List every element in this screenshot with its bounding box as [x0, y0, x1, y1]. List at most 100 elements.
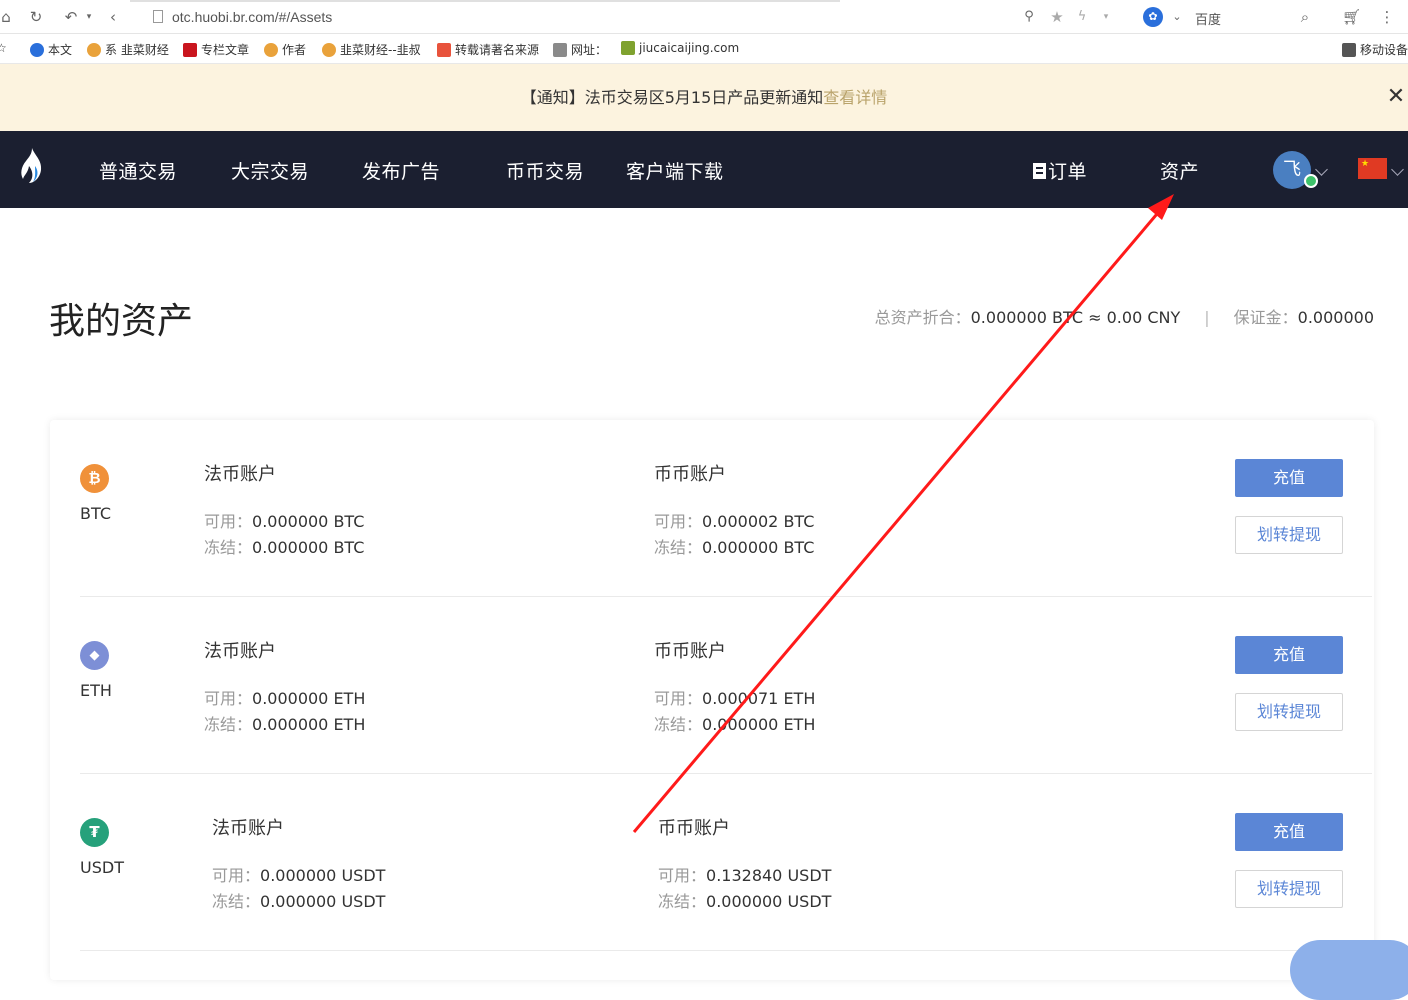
coin-frozen: 冻结：0.000000 ETH	[654, 711, 815, 735]
page-title: 我的资产	[49, 301, 194, 342]
page-icon	[153, 10, 163, 23]
fiat-available-value: 0.000000 USDT	[260, 866, 386, 885]
orders-list-icon	[1033, 163, 1046, 179]
frozen-label: 冻结：	[204, 538, 253, 557]
coin-frozen-value: 0.000000 BTC	[702, 538, 815, 557]
fiat-available-value: 0.000000 BTC	[252, 512, 365, 531]
coin-frozen-value: 0.000000 USDT	[706, 892, 832, 911]
bookmark-item[interactable]: 作者	[264, 41, 306, 58]
pin-icon[interactable]: ⚲	[1020, 8, 1038, 26]
undo-dropdown-icon[interactable]: ▾	[80, 8, 98, 26]
deposit-button[interactable]: 充值	[1235, 636, 1343, 674]
coin-frozen: 冻结：0.000000 BTC	[654, 534, 814, 558]
bookmark-favicon	[437, 42, 451, 57]
usdt-coin-icon: ₮	[80, 818, 109, 847]
fiat-account-title: 法币账户	[204, 464, 276, 485]
asset-row-eth: ◆ ETH 法币账户 可用：0.000000 ETH 冻结：0.000000 E…	[80, 597, 1372, 774]
coin-available-value: 0.132840 USDT	[706, 866, 832, 885]
asset-summary: 总资产折合：0.000000 BTC ≈ 0.00 CNY | 保证金：0.0000…	[875, 304, 1374, 328]
total-assets-label: 总资产折合：	[874, 308, 971, 327]
bookmark-item[interactable]: 系 韭菜财经	[87, 41, 169, 58]
browser-toolbar: ⌂ ↻ ↶ ▾ ‹ otc.huobi.br.com/#/Assets ⚲ ★ …	[0, 0, 1408, 34]
fiat-frozen-value: 0.000000 ETH	[252, 715, 366, 734]
bookmark-favicon	[87, 42, 101, 57]
more-menu-icon[interactable]: ⋮	[1378, 8, 1396, 26]
close-icon[interactable]: ✕	[1384, 86, 1408, 110]
frozen-label: 冻结：	[654, 715, 703, 734]
nav-post-ad[interactable]: 发布广告	[362, 157, 440, 184]
fiat-account-title: 法币账户	[212, 818, 284, 839]
search-engine-label[interactable]: 百度	[1195, 9, 1221, 28]
frozen-label: 冻结：	[654, 538, 703, 557]
bookmark-item[interactable]: 移动设备	[1342, 41, 1408, 58]
fiat-account-title: 法币账户	[204, 641, 276, 662]
coin-name: USDT	[80, 858, 124, 877]
transfer-withdraw-button[interactable]: 划转提现	[1235, 870, 1343, 908]
nav-spot-trade[interactable]: 普通交易	[99, 157, 177, 184]
bookmark-item[interactable]: jiucaicaijing.com	[621, 41, 739, 55]
asset-row-usdt: ₮ USDT 法币账户 可用：0.000000 USDT 冻结：0.000000…	[80, 774, 1372, 951]
deposit-button[interactable]: 充值	[1235, 813, 1343, 851]
frozen-label: 冻结：	[204, 715, 253, 734]
search-icon[interactable]: ⌕	[1296, 8, 1314, 26]
baidu-paw-icon[interactable]: ✿	[1143, 7, 1163, 27]
huobi-logo-icon[interactable]	[18, 147, 46, 185]
address-bar-border	[130, 0, 840, 2]
coin-name: ETH	[80, 681, 112, 700]
fiat-frozen-value: 0.000000 USDT	[260, 892, 386, 911]
bookmark-label: 移动设备	[1360, 43, 1408, 57]
back-icon[interactable]: ‹	[104, 8, 122, 26]
transfer-withdraw-button[interactable]: 划转提现	[1235, 516, 1343, 554]
nav-block-trade[interactable]: 大宗交易	[231, 157, 309, 184]
coin-account-title: 币币账户	[654, 464, 726, 485]
notice-detail-link[interactable]: 查看详情	[823, 88, 887, 107]
btc-coin-icon: ₿	[80, 464, 109, 493]
nav-client-download[interactable]: 客户端下载	[626, 157, 724, 184]
star-icon[interactable]: ★	[1048, 8, 1066, 26]
bookmark-item[interactable]: 网址：	[553, 41, 607, 58]
bookmark-favicon	[621, 41, 635, 55]
extension-dropdown-icon[interactable]: ▾	[1097, 8, 1115, 26]
lightning-icon[interactable]: ϟ	[1073, 8, 1091, 26]
fiat-available-value: 0.000000 ETH	[252, 689, 366, 708]
bookmark-item[interactable]: 专栏文章	[183, 41, 249, 58]
bookmark-label: 系 韭菜财经	[105, 43, 169, 57]
home-icon[interactable]: ⌂	[0, 8, 15, 26]
help-chat-bubble[interactable]	[1290, 940, 1408, 1000]
chevron-down-icon[interactable]	[1391, 163, 1404, 176]
bookmark-item[interactable]: 转载请著名来源	[437, 41, 539, 58]
bookmark-label: 本文	[48, 43, 73, 57]
notice-banner: 【通知】法币交易区5月15日产品更新通知查看详情 ✕	[0, 64, 1408, 131]
transfer-withdraw-button[interactable]: 划转提现	[1235, 693, 1343, 731]
fiat-available: 可用：0.000000 USDT	[212, 862, 385, 886]
margin-label: 保证金：	[1233, 308, 1298, 327]
bookmark-label: jiucaicaijing.com	[639, 41, 740, 55]
bookmark-label: 专栏文章	[201, 43, 250, 57]
nav-coin-trade[interactable]: 币币交易	[506, 157, 584, 184]
bookmark-item[interactable]: 本文	[30, 41, 72, 58]
deposit-button[interactable]: 充值	[1235, 459, 1343, 497]
refresh-icon[interactable]: ↻	[27, 8, 45, 26]
nav-assets[interactable]: 资产	[1160, 157, 1199, 184]
address-bar-url[interactable]: otc.huobi.br.com/#/Assets	[172, 9, 332, 25]
available-label: 可用：	[212, 866, 261, 885]
fiat-frozen: 冻结：0.000000 USDT	[212, 888, 385, 912]
china-flag-icon[interactable]: ★	[1358, 158, 1387, 179]
cart-icon[interactable]: 🛒︎	[1342, 8, 1361, 26]
total-assets-value: 0.000000 BTC ≈ 0.00 CNY	[970, 308, 1181, 327]
available-label: 可用：	[654, 512, 703, 531]
margin-value: 0.000000	[1297, 308, 1374, 327]
fiat-frozen: 冻结：0.000000 ETH	[204, 711, 365, 735]
undo-icon[interactable]: ↶	[62, 8, 80, 26]
coin-available-value: 0.000071 ETH	[702, 689, 816, 708]
bookmark-item[interactable]: 韭菜财经--韭叔	[322, 41, 421, 58]
summary-separator: |	[1204, 308, 1210, 327]
bookmarks-star-icon[interactable]: ☆	[0, 41, 7, 55]
asset-row-btc: ₿ BTC 法币账户 可用：0.000000 BTC 冻结：0.000000 B…	[80, 420, 1372, 597]
notice-text: 【通知】法币交易区5月15日产品更新通知	[520, 88, 824, 107]
mobile-device-icon	[1342, 42, 1356, 57]
chevron-down-icon[interactable]	[1315, 163, 1328, 176]
nav-orders[interactable]: 订单	[1033, 157, 1087, 184]
bookmark-favicon	[30, 42, 44, 57]
engine-dropdown-icon[interactable]: ⌄	[1168, 8, 1186, 26]
